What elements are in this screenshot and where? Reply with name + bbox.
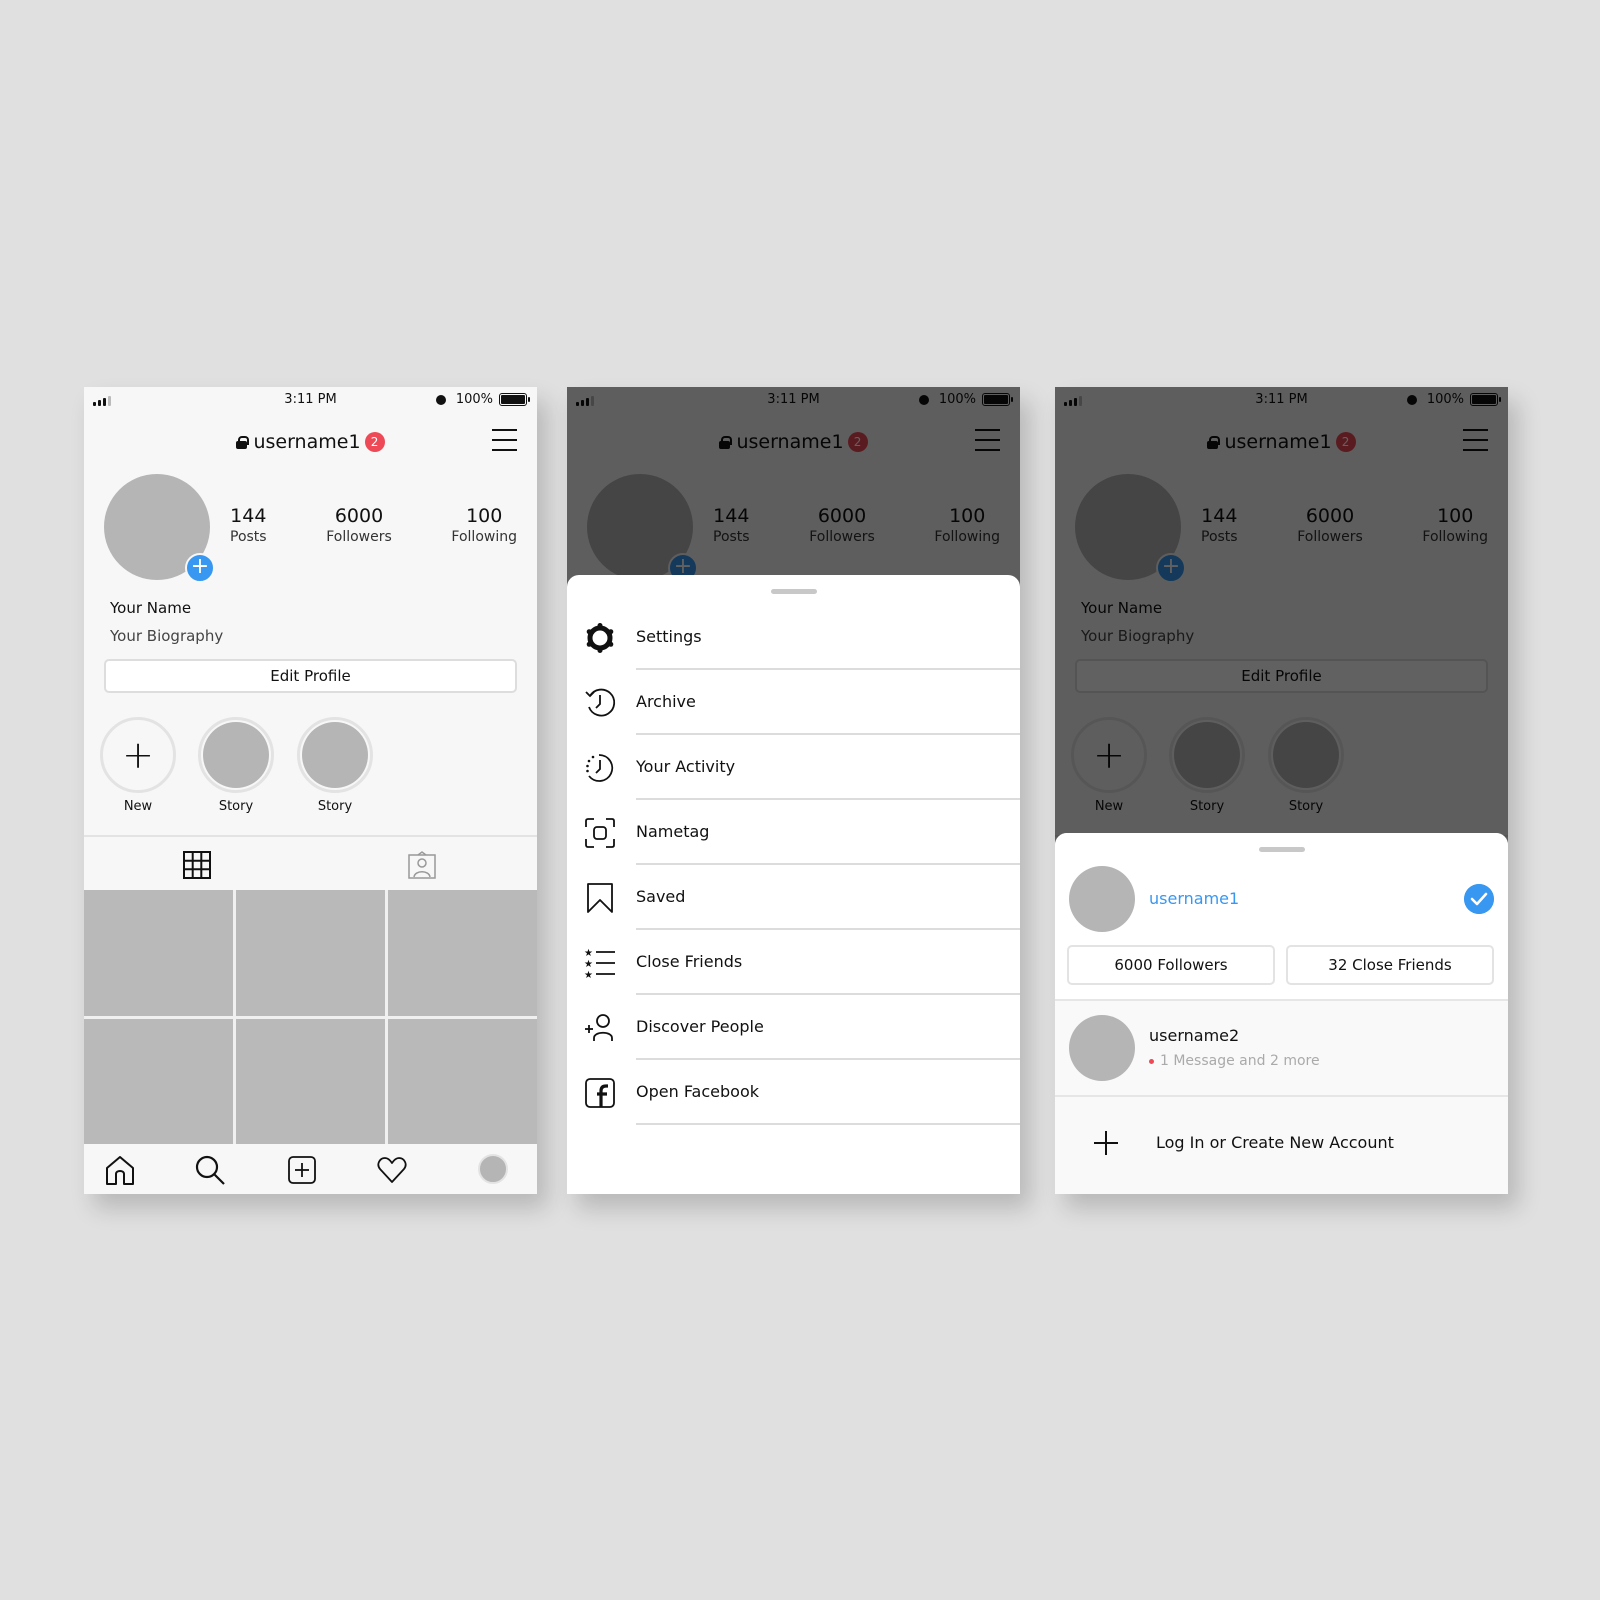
login-create-account-button[interactable]: Log In or Create New Account bbox=[1055, 1097, 1508, 1193]
profile-tabs bbox=[84, 835, 537, 889]
menu-item-archive[interactable]: Archive bbox=[567, 670, 1020, 735]
menu-item-label: Nametag bbox=[636, 822, 710, 841]
profile-screen: 3:11 PM 100% username1 2 + 144 Posts 6000… bbox=[84, 387, 537, 1194]
menu-item-close-friends[interactable]: ★ ★ ★ Close Friends bbox=[567, 930, 1020, 995]
posts-grid bbox=[84, 890, 537, 1144]
menu-item-label: Open Facebook bbox=[636, 1082, 759, 1101]
stat-value: 6000 bbox=[334, 505, 384, 527]
add-story-icon[interactable]: + bbox=[185, 553, 215, 583]
account-avatar[interactable] bbox=[1069, 866, 1135, 932]
svg-text:★: ★ bbox=[584, 948, 593, 959]
add-post-icon[interactable] bbox=[286, 1154, 318, 1186]
post-thumbnail[interactable] bbox=[84, 890, 233, 1016]
menu-item-label: Saved bbox=[636, 887, 686, 906]
highlight-label: New bbox=[123, 799, 153, 814]
bookmark-icon bbox=[587, 883, 613, 913]
search-icon[interactable] bbox=[194, 1154, 226, 1186]
profile-name: Your Name bbox=[110, 599, 192, 617]
other-account-username: username2 bbox=[1149, 1026, 1240, 1045]
stat-value: 100 bbox=[466, 505, 503, 527]
alarm-icon bbox=[435, 394, 446, 405]
stat-value: 144 bbox=[230, 505, 267, 527]
checkmark-icon bbox=[1464, 884, 1494, 914]
subtitle-text: 1 Message and 2 more bbox=[1160, 1053, 1320, 1069]
edit-profile-button[interactable]: Edit Profile bbox=[104, 659, 517, 693]
followers-button[interactable]: 6000 Followers bbox=[1067, 945, 1275, 985]
menu-item-label: Settings bbox=[636, 627, 702, 646]
nametag-scan-icon bbox=[585, 818, 615, 848]
star-list-icon: ★★★ bbox=[584, 948, 615, 979]
tagged-person-icon[interactable] bbox=[408, 851, 436, 879]
activity-heart-icon[interactable] bbox=[376, 1154, 408, 1186]
login-label: Log In or Create New Account bbox=[1156, 1133, 1394, 1152]
profile-menu-screen: 3:11 PM 100% username1 2 + 144Posts 6000… bbox=[567, 387, 1020, 1194]
stat-following[interactable]: 100 Following bbox=[451, 505, 517, 545]
menu-item-settings[interactable]: Settings bbox=[567, 605, 1020, 670]
menu-item-label: Close Friends bbox=[636, 952, 743, 971]
add-person-icon bbox=[585, 1014, 613, 1041]
stat-posts[interactable]: 144 Posts bbox=[230, 505, 267, 545]
grid-icon[interactable] bbox=[183, 851, 211, 879]
home-icon[interactable] bbox=[104, 1154, 136, 1186]
gear-icon bbox=[586, 623, 614, 653]
stat-followers[interactable]: 6000 Followers bbox=[326, 505, 392, 545]
sheet-grab-handle[interactable] bbox=[1258, 847, 1305, 852]
post-thumbnail[interactable] bbox=[388, 890, 537, 1016]
highlight-story[interactable]: Story bbox=[297, 717, 373, 814]
battery-percent: 100% bbox=[455, 392, 493, 407]
stat-label: Following bbox=[451, 529, 517, 545]
menu-item-nametag[interactable]: Nametag bbox=[567, 800, 1020, 865]
highlight-label: Story bbox=[317, 799, 353, 814]
close-friends-button[interactable]: 32 Close Friends bbox=[1286, 945, 1494, 985]
header-username: username1 bbox=[253, 431, 361, 453]
highlight-story[interactable]: Story bbox=[198, 717, 274, 814]
menu-item-discover-people[interactable]: Discover People bbox=[567, 995, 1020, 1060]
post-thumbnail[interactable] bbox=[236, 1018, 385, 1144]
highlight-label: Story bbox=[218, 799, 254, 814]
post-thumbnail[interactable] bbox=[84, 1018, 233, 1144]
menu-item-open-facebook[interactable]: Open Facebook bbox=[567, 1060, 1020, 1125]
menu-item-label: Your Activity bbox=[636, 757, 736, 776]
bottom-nav bbox=[84, 1144, 537, 1194]
plus-icon bbox=[1094, 1131, 1118, 1155]
current-account-username[interactable]: username1 bbox=[1149, 889, 1239, 908]
sheet-grab-handle[interactable] bbox=[770, 589, 817, 594]
activity-clock-icon bbox=[586, 754, 614, 782]
menu-item-saved[interactable]: Saved bbox=[567, 865, 1020, 930]
profile-tab-avatar[interactable] bbox=[478, 1154, 508, 1184]
facebook-icon bbox=[585, 1078, 615, 1108]
menu-item-label: Archive bbox=[636, 692, 696, 711]
other-account-subtitle: 1 Message and 2 more bbox=[1149, 1053, 1320, 1069]
menu-sheet: Settings Archive Your Activity Nametag S… bbox=[567, 575, 1020, 1194]
profile-bio: Your Biography bbox=[110, 627, 224, 645]
account-switcher[interactable]: username1 2 bbox=[84, 431, 537, 453]
post-thumbnail[interactable] bbox=[388, 1018, 537, 1144]
notification-badge: 2 bbox=[364, 432, 385, 452]
account-avatar bbox=[1069, 1015, 1135, 1081]
plus-icon: + bbox=[122, 733, 154, 777]
highlight-new[interactable]: + New bbox=[100, 717, 176, 814]
profile-stats: 144 Posts 6000 Followers 100 Following bbox=[230, 505, 517, 545]
divider bbox=[636, 1123, 1020, 1125]
profile-header: username1 2 bbox=[84, 427, 537, 459]
battery-icon bbox=[499, 393, 530, 406]
menu-item-your-activity[interactable]: Your Activity bbox=[567, 735, 1020, 800]
current-account-card: username1 6000 Followers 32 Close Friend… bbox=[1055, 833, 1508, 1001]
menu-item-label: Discover People bbox=[636, 1017, 764, 1036]
lock-icon bbox=[236, 435, 250, 449]
unread-dot-icon bbox=[1149, 1058, 1154, 1064]
archive-clock-icon bbox=[585, 688, 616, 717]
account-sheet: username1 6000 Followers 32 Close Friend… bbox=[1055, 833, 1508, 1194]
svg-text:★: ★ bbox=[584, 959, 593, 970]
post-thumbnail[interactable] bbox=[236, 890, 385, 1016]
stat-label: Posts bbox=[230, 529, 267, 545]
svg-text:★: ★ bbox=[584, 970, 593, 979]
stat-label: Followers bbox=[326, 529, 392, 545]
account-switcher-screen: 3:11 PM 100% username1 2 + 144Posts 6000… bbox=[1055, 387, 1508, 1194]
hamburger-menu-icon[interactable] bbox=[492, 429, 517, 451]
other-account-row[interactable]: username2 1 Message and 2 more bbox=[1055, 1001, 1508, 1097]
status-bar: 3:11 PM 100% bbox=[84, 387, 537, 413]
